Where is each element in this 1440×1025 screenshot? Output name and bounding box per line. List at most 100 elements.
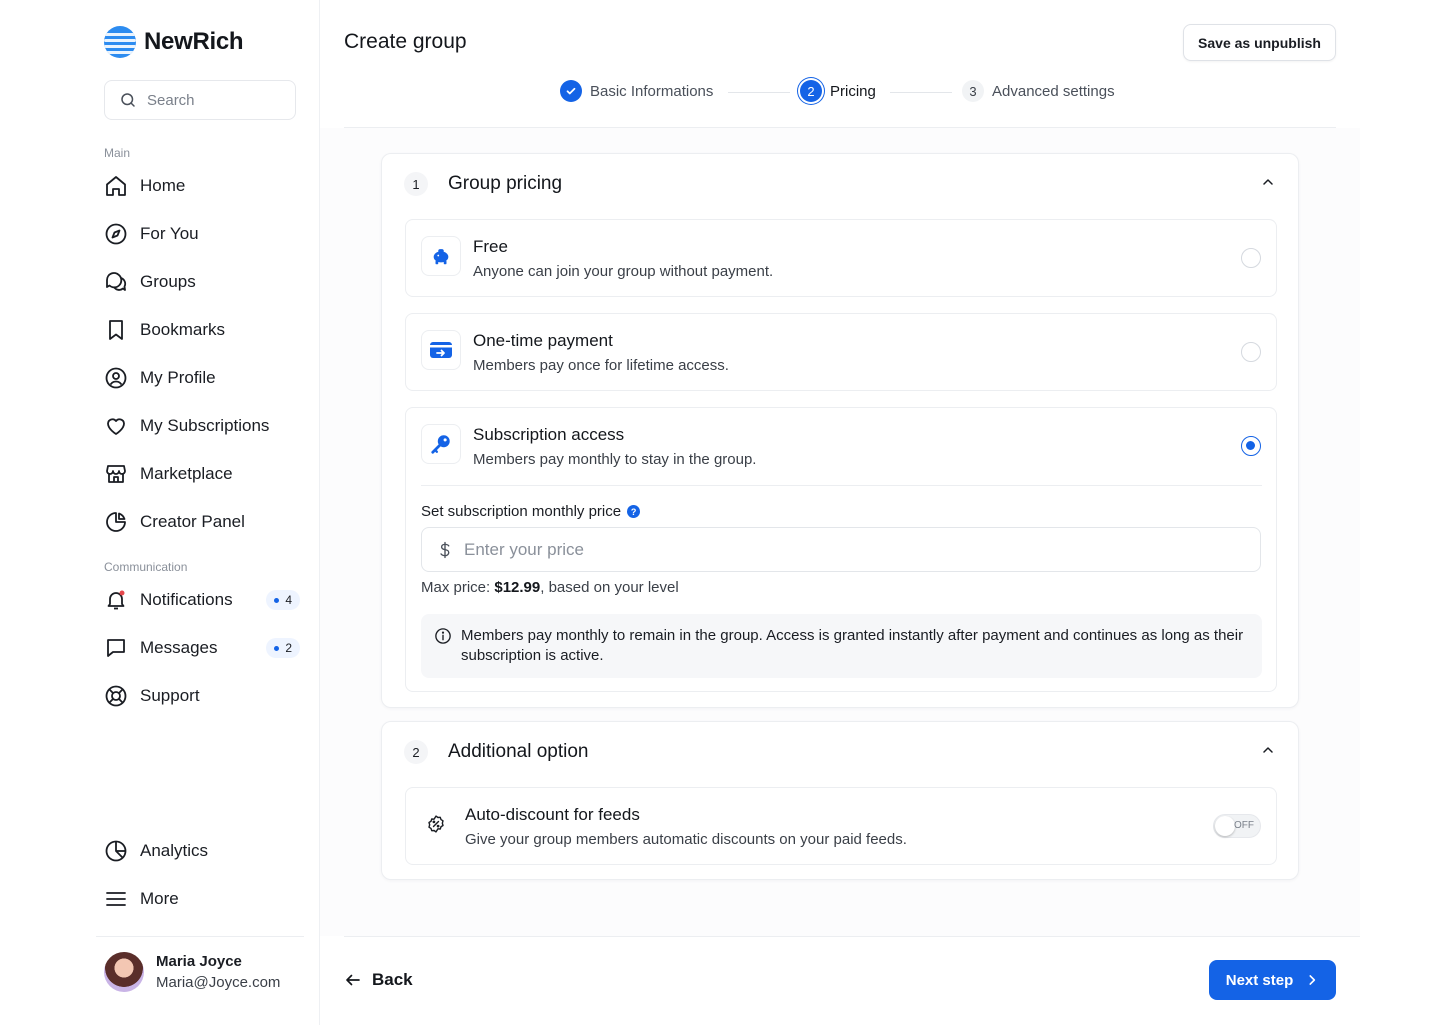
menu-icon — [104, 887, 128, 911]
help-icon[interactable]: ? — [627, 505, 641, 518]
option-description: Anyone can join your group without payme… — [473, 263, 774, 280]
group-pricing-header[interactable]: 1 Group pricing — [404, 172, 562, 196]
sidebar-item-creator-panel[interactable]: Creator Panel — [104, 504, 300, 540]
dollar-icon — [440, 541, 450, 558]
back-label: Back — [372, 970, 413, 989]
additional-option-header[interactable]: 2 Additional option — [404, 740, 589, 764]
radio-one-time[interactable] — [1241, 342, 1261, 362]
user-email: Maria@Joyce.com — [156, 974, 281, 991]
step-number: 3 — [962, 80, 984, 102]
sidebar-item-home[interactable]: Home — [104, 168, 300, 204]
lifebuoy-icon — [104, 684, 128, 708]
message-icon — [104, 636, 128, 660]
option-title: Auto-discount for feeds — [465, 805, 640, 824]
sidebar-item-label: Groups — [140, 272, 196, 291]
option-title: One-time payment — [473, 331, 613, 350]
toggle-knob — [1215, 816, 1235, 836]
sidebar-item-label: Notifications — [140, 590, 233, 609]
user-name: Maria Joyce — [156, 953, 242, 970]
sidebar-item-marketplace[interactable]: Marketplace — [104, 456, 300, 492]
analytics-icon — [104, 839, 128, 863]
pricing-option-one-time[interactable]: One-time payment Members pay once for li… — [405, 313, 1277, 391]
logo-mark-icon — [104, 26, 136, 58]
sidebar-item-label: Bookmarks — [140, 320, 226, 339]
next-step-button[interactable]: Next step — [1209, 960, 1336, 1000]
avatar[interactable] — [104, 952, 144, 992]
arrow-left-icon — [346, 974, 360, 986]
radio-free[interactable] — [1241, 248, 1261, 268]
sidebar-item-label: Home — [140, 176, 186, 195]
sidebar-item-more[interactable]: More — [104, 881, 300, 917]
sidebar-item-label: Messages — [140, 638, 218, 657]
next-label: Next step — [1225, 971, 1294, 989]
step-number: 2 — [800, 80, 822, 102]
section-label-communication: Communication — [104, 560, 188, 574]
sidebar: NewRich Main Home For You Groups Bookmar… — [0, 0, 320, 1025]
pricing-option-subscription[interactable]: Subscription access Members pay monthly … — [405, 407, 1277, 692]
chevron-up-icon[interactable] — [1260, 742, 1276, 763]
sidebar-item-label: Creator Panel — [140, 512, 245, 531]
search-input[interactable] — [147, 91, 277, 109]
sidebar-item-my-subscriptions[interactable]: My Subscriptions — [104, 408, 300, 444]
pricing-option-free[interactable]: Free Anyone can join your group without … — [405, 219, 1277, 297]
step-connector — [728, 92, 790, 93]
option-description: Members pay once for lifetime access. — [473, 357, 729, 374]
back-button[interactable]: Back — [344, 964, 413, 996]
page-title: Create group — [344, 30, 467, 53]
check-icon — [560, 80, 582, 102]
price-input-field[interactable] — [421, 527, 1261, 572]
price-input[interactable] — [464, 539, 1244, 560]
key-icon — [421, 424, 461, 464]
chat-bubbles-icon — [104, 270, 128, 294]
save-as-unpublish-button[interactable]: Save as unpublish — [1183, 24, 1336, 61]
info-callout: Members pay monthly to remain in the gro… — [421, 614, 1262, 678]
card-transfer-icon — [421, 330, 461, 370]
bell-icon — [104, 588, 128, 612]
sidebar-item-support[interactable]: Support — [104, 678, 300, 714]
chevron-right-icon — [1309, 975, 1316, 985]
step-basic-informations[interactable]: Basic Informations — [560, 80, 713, 102]
section-title: Additional option — [448, 741, 589, 762]
max-price-value: $12.99 — [494, 579, 541, 596]
section-title: Group pricing — [448, 173, 563, 194]
brand-name: NewRich — [144, 28, 244, 55]
auto-discount-toggle[interactable]: OFF — [1213, 814, 1261, 838]
step-pricing[interactable]: 2 Pricing — [800, 80, 876, 102]
option-description: Members pay monthly to stay in the group… — [473, 451, 757, 468]
sidebar-item-analytics[interactable]: Analytics — [104, 833, 300, 869]
piggy-bank-icon — [421, 236, 461, 276]
sidebar-item-label: Analytics — [140, 841, 209, 860]
additional-option-card: 2 Additional option Auto-discount for fe… — [381, 721, 1299, 880]
user-circle-icon — [104, 366, 128, 390]
brand-logo[interactable]: NewRich — [104, 26, 244, 58]
sidebar-item-my-profile[interactable]: My Profile — [104, 360, 300, 396]
sidebar-item-label: Marketplace — [140, 464, 233, 483]
sidebar-item-groups[interactable]: Groups — [104, 264, 300, 300]
section-number: 1 — [404, 172, 428, 196]
discount-badge-icon — [416, 804, 456, 844]
radio-subscription[interactable] — [1241, 436, 1261, 456]
chevron-up-icon[interactable] — [1260, 174, 1276, 195]
user-profile[interactable]: Maria Joyce Maria@Joyce.com — [104, 952, 280, 992]
step-connector — [890, 92, 952, 93]
sidebar-item-label: Support — [140, 686, 200, 705]
sidebar-item-messages[interactable]: Messages 2 — [104, 630, 300, 666]
section-label-main: Main — [104, 146, 131, 160]
sidebar-item-bookmarks[interactable]: Bookmarks — [104, 312, 300, 348]
sidebar-divider — [96, 936, 304, 937]
info-text: Members pay monthly to remain in the gro… — [461, 627, 1244, 664]
sidebar-item-for-you[interactable]: For You — [104, 216, 300, 252]
sidebar-item-notifications[interactable]: Notifications 4 — [104, 582, 300, 618]
step-advanced-settings[interactable]: 3 Advanced settings — [962, 80, 1115, 102]
message-count-badge: 2 — [266, 638, 300, 658]
max-price-note: Max price: $12.99, based on your level — [421, 579, 679, 596]
step-label: Basic Informations — [590, 82, 714, 100]
notification-count-badge: 4 — [266, 590, 300, 610]
sidebar-item-label: For You — [140, 224, 199, 243]
price-label: Set subscription monthly price ? — [421, 503, 641, 520]
sidebar-item-label: My Profile — [140, 368, 216, 387]
auto-discount-option: Auto-discount for feeds Give your group … — [405, 787, 1277, 865]
info-icon — [434, 627, 452, 650]
store-icon — [104, 462, 128, 486]
search-box[interactable] — [104, 80, 296, 120]
